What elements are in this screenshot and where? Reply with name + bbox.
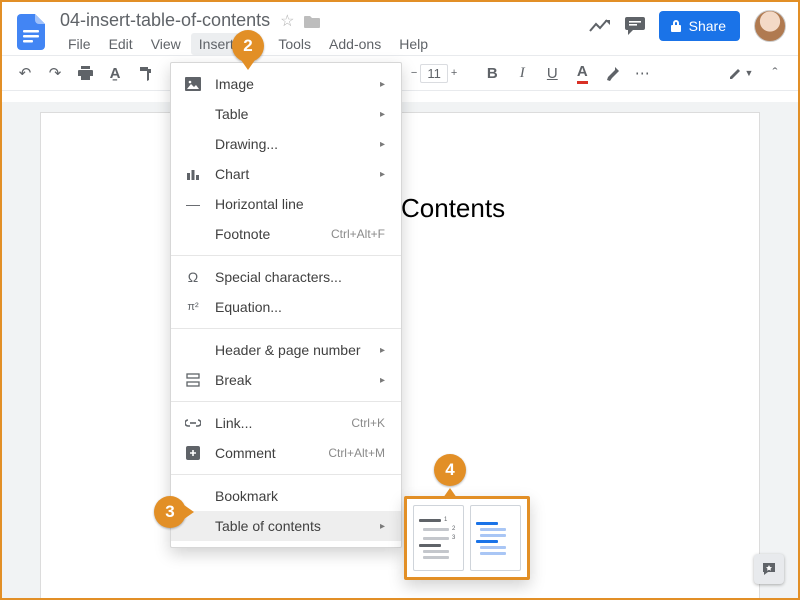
increase-font-size[interactable]: +	[451, 67, 457, 79]
toc-with-page-numbers[interactable]: 1 2 3	[413, 505, 464, 571]
document-title[interactable]: 04-insert-table-of-contents	[60, 10, 270, 31]
menubar: File Edit View Insert F Tools Add-ons He…	[60, 33, 589, 55]
menu-edit[interactable]: Edit	[101, 33, 141, 55]
break-icon	[183, 373, 203, 387]
submenu-arrow-icon: ▸	[380, 375, 385, 386]
submenu-arrow-icon: ▸	[380, 169, 385, 180]
print-button[interactable]	[72, 60, 98, 86]
bold-button[interactable]: B	[479, 60, 505, 86]
italic-button[interactable]: I	[509, 60, 535, 86]
more-button[interactable]: ⋯	[629, 60, 655, 86]
menu-tools[interactable]: Tools	[270, 33, 319, 55]
collapse-toolbar-button[interactable]: ˆ	[762, 60, 788, 86]
docs-logo-icon[interactable]	[14, 10, 48, 54]
menu-help[interactable]: Help	[391, 33, 436, 55]
comments-icon[interactable]	[625, 17, 645, 35]
menu-view[interactable]: View	[143, 33, 189, 55]
insert-drawing[interactable]: Drawing... ▸	[171, 129, 401, 159]
submenu-arrow-icon: ▸	[380, 79, 385, 90]
callout-4: 4	[434, 454, 466, 494]
submenu-arrow-icon: ▸	[380, 109, 385, 120]
insert-link[interactable]: Link... Ctrl+K	[171, 408, 401, 438]
paint-format-button[interactable]	[132, 60, 158, 86]
submenu-arrow-icon: ▸	[380, 345, 385, 356]
decrease-font-size[interactable]: −	[411, 67, 417, 79]
redo-button[interactable]: ↷	[42, 60, 68, 86]
comment-add-icon	[183, 446, 203, 460]
menu-divider	[171, 401, 401, 402]
toc-with-links[interactable]	[470, 505, 521, 571]
insert-equation[interactable]: π² Equation...	[171, 292, 401, 322]
account-avatar[interactable]	[754, 10, 786, 42]
image-icon	[183, 77, 203, 91]
star-icon[interactable]: ☆	[280, 11, 294, 31]
lock-icon	[669, 19, 683, 33]
editing-mode-button[interactable]: ▼	[728, 60, 754, 86]
app-header: 04-insert-table-of-contents ☆ File Edit …	[2, 2, 798, 55]
insert-comment[interactable]: Comment Ctrl+Alt+M	[171, 438, 401, 468]
menu-divider	[171, 255, 401, 256]
equation-icon: π²	[183, 301, 203, 313]
menu-file[interactable]: File	[60, 33, 99, 55]
menu-addons[interactable]: Add-ons	[321, 33, 389, 55]
insert-bookmark[interactable]: Bookmark	[171, 481, 401, 511]
submenu-arrow-icon: ▸	[380, 139, 385, 150]
insert-image[interactable]: Image ▸	[171, 69, 401, 99]
insert-break[interactable]: Break ▸	[171, 365, 401, 395]
menu-divider	[171, 474, 401, 475]
callout-2: 2	[232, 30, 264, 70]
insert-table[interactable]: Table ▸	[171, 99, 401, 129]
insert-footnote[interactable]: Footnote Ctrl+Alt+F	[171, 219, 401, 249]
chart-icon	[183, 168, 203, 180]
insert-menu-popup: Image ▸ Table ▸ Drawing... ▸ Chart ▸ — H…	[170, 62, 402, 548]
insert-table-of-contents[interactable]: Table of contents ▸	[171, 511, 401, 541]
text-color-button[interactable]: A	[569, 60, 595, 86]
link-icon	[183, 419, 203, 427]
share-button[interactable]: Share	[659, 11, 740, 41]
insert-chart[interactable]: Chart ▸	[171, 159, 401, 189]
trend-icon[interactable]	[589, 19, 611, 33]
menu-divider	[171, 328, 401, 329]
hr-icon: —	[183, 196, 203, 212]
highlight-button[interactable]	[599, 60, 625, 86]
insert-special-characters[interactable]: Ω Special characters...	[171, 262, 401, 292]
share-button-label: Share	[689, 18, 726, 34]
insert-horizontal-line[interactable]: — Horizontal line	[171, 189, 401, 219]
toc-submenu-popup: 1 2 3	[404, 496, 530, 580]
page-heading[interactable]: Contents	[401, 193, 679, 224]
omega-icon: Ω	[183, 269, 203, 285]
explore-button[interactable]	[754, 554, 784, 584]
move-folder-icon[interactable]	[304, 14, 320, 28]
undo-button[interactable]: ↶	[12, 60, 38, 86]
underline-button[interactable]: U	[539, 60, 565, 86]
spellcheck-button[interactable]: A̱	[102, 60, 128, 86]
submenu-arrow-icon: ▸	[380, 521, 385, 532]
insert-header-page-number[interactable]: Header & page number ▸	[171, 335, 401, 365]
font-size-value[interactable]: 11	[420, 64, 448, 83]
font-size-field[interactable]: − 11 +	[411, 64, 457, 83]
callout-3: 3	[154, 496, 194, 528]
